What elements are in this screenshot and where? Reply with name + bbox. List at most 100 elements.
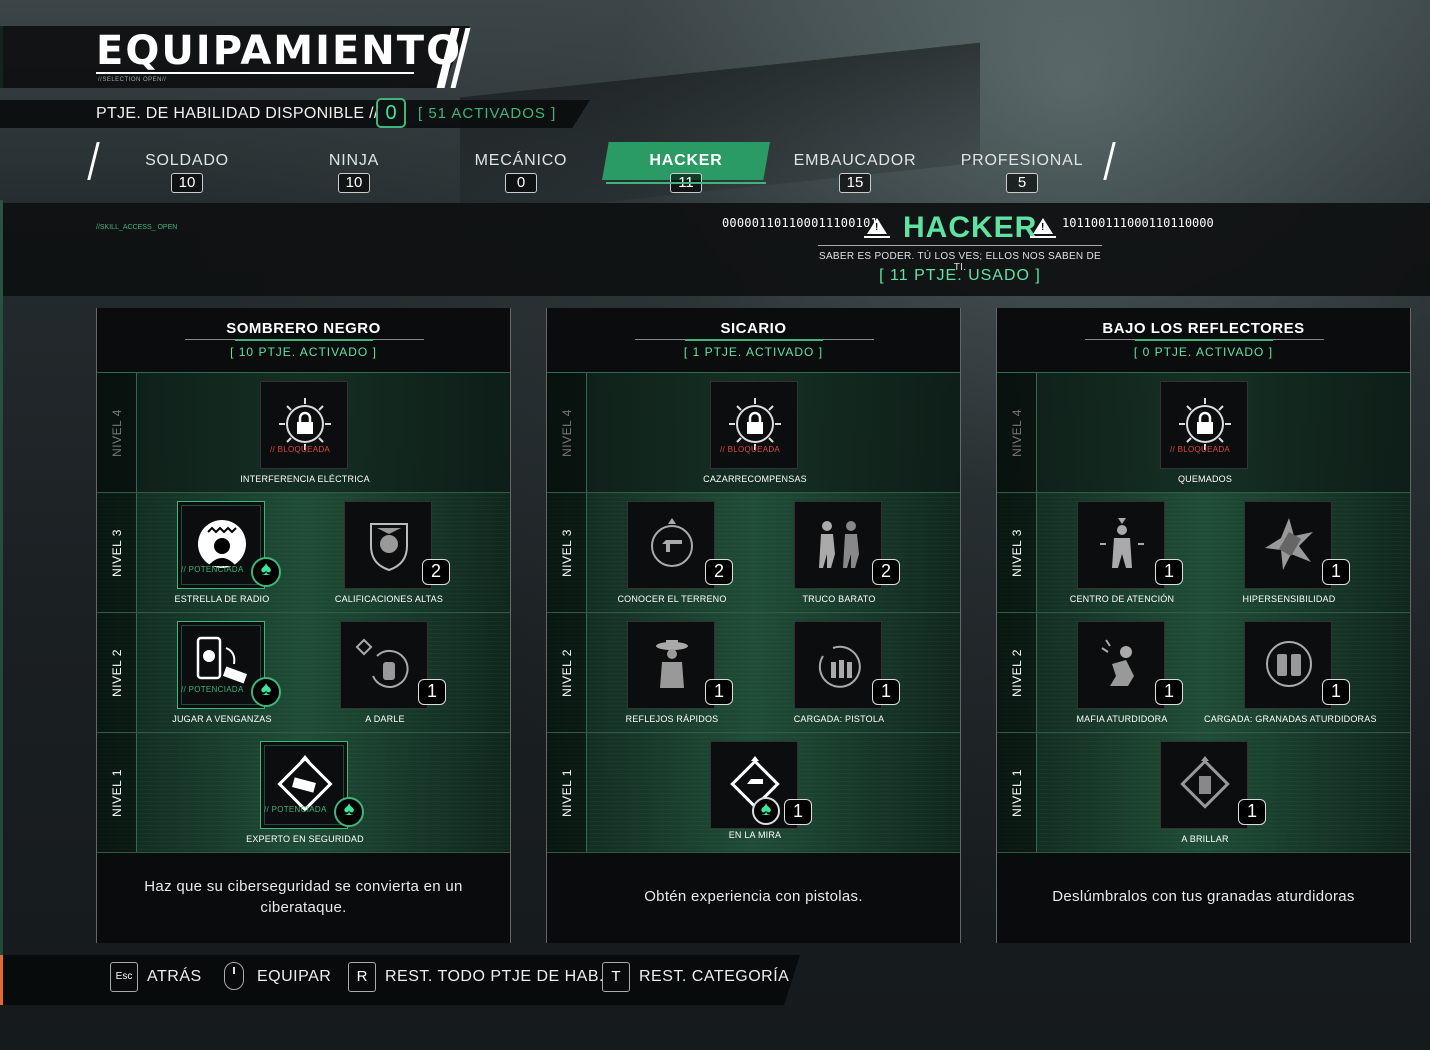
- panel-title: SICARIO: [720, 320, 787, 337]
- row-label: NIVEL 2: [97, 613, 137, 732]
- tab-soldado[interactable]: SOLDADO 10: [107, 142, 267, 193]
- spade-icon: [251, 677, 281, 707]
- skill-level-badge: 1: [1155, 679, 1183, 705]
- skill-tile: [710, 381, 798, 469]
- tab-hacker[interactable]: HACKER 11: [598, 142, 774, 193]
- row-label: NIVEL 4: [97, 373, 137, 492]
- skill-name: EXPERTO EN SEGURIDAD: [246, 834, 364, 844]
- tab-label: SOLDADO: [145, 152, 229, 169]
- skill-tile: [344, 501, 432, 589]
- row-nivel-2: NIVEL 2 // POTENCIADA JUGAR A VENGANZAS …: [97, 613, 510, 733]
- skill-cargada-pistola[interactable]: 1 CARGADA: PISTOLA: [794, 613, 900, 724]
- skill-tile: [340, 621, 428, 709]
- skill-name: REFLEJOS RÁPIDOS: [625, 714, 719, 724]
- tab-count: 15: [839, 173, 871, 193]
- officer-badge-icon: [370, 523, 408, 572]
- skill-name: CAZARRECOMPENSAS: [703, 474, 807, 484]
- skill-name: TRUCO BARATO: [802, 594, 876, 604]
- row-nivel-4: NIVEL 4 // BLOQUEADA CAZARRECOMPENSAS: [547, 373, 960, 493]
- row-label: NIVEL 2: [547, 613, 587, 732]
- tab-label: NINJA: [328, 152, 380, 169]
- row-label: NIVEL 3: [547, 493, 587, 612]
- row-label: NIVEL 1: [97, 733, 137, 852]
- skill-a-darle[interactable]: 1 A DARLE: [340, 613, 446, 724]
- skill-name: CONOCER EL TERRENO: [617, 594, 727, 604]
- skill-level-badge: 1: [1238, 799, 1266, 825]
- tab-count: 10: [171, 173, 203, 193]
- fighters-icon: [819, 521, 859, 568]
- tab-active-underline: [606, 182, 766, 184]
- skill-name: CALIFICACIONES ALTAS: [334, 594, 444, 604]
- panel-title: BAJO LOS REFLECTORES: [1102, 320, 1305, 337]
- skill-estrella-de-radio[interactable]: // POTENCIADA ESTRELLA DE RADIO: [175, 493, 281, 604]
- mouse-icon: [224, 962, 244, 990]
- tab-embaucador[interactable]: EMBAUCADOR 15: [775, 142, 935, 193]
- skill-experto-en-seguridad[interactable]: // POTENCIADA EXPERTO EN SEGURIDAD: [246, 733, 364, 844]
- points-label: PTJE. DE HABILIDAD DISPONIBLE //: [96, 105, 379, 122]
- skill-calificaciones-altas[interactable]: 2 CALIFICACIONES ALTAS: [335, 493, 450, 604]
- pistol-circle-icon: [651, 518, 693, 567]
- grenade-spin-icon: [355, 638, 409, 688]
- category-divider: [818, 245, 1102, 246]
- skill-mafia-aturdidora[interactable]: 1 MAFIA ATURDIDORA: [1076, 613, 1183, 724]
- skill-name: QUEMADOS: [1177, 474, 1233, 484]
- skill-tile: [794, 621, 882, 709]
- back-button[interactable]: ATRÁS: [147, 968, 202, 986]
- t-key[interactable]: T: [602, 962, 630, 992]
- ammo-reload-icon: [818, 645, 861, 688]
- skill-en-la-mira[interactable]: 1 EN LA MIRA: [710, 733, 812, 840]
- category-points-used: [ 11 PTJE. USADO ]: [879, 267, 1041, 284]
- row-label: NIVEL 3: [997, 493, 1037, 612]
- skill-status: // BLOQUEADA: [1170, 445, 1231, 454]
- skill-jugar-a-venganzas[interactable]: // POTENCIADA JUGAR A VENGANZAS: [172, 613, 281, 724]
- skill-tile: [1160, 381, 1248, 469]
- skill-tile: [260, 381, 348, 469]
- gunslinger-icon: [656, 640, 688, 688]
- skill-conocer-el-terreno[interactable]: 2 CONOCER EL TERRENO: [617, 493, 733, 604]
- row-label: NIVEL 2: [997, 613, 1037, 732]
- skill-level-badge: 1: [872, 679, 900, 705]
- skill-hipersensibilidad[interactable]: 1 HIPERSENSIBILIDAD: [1243, 493, 1350, 604]
- skill-level-badge: 1: [418, 679, 446, 705]
- panel-header: BAJO LOS REFLECTORES [ 0 PTJE. ACTIVADO …: [997, 308, 1410, 372]
- skill-truco-barato[interactable]: 2 TRUCO BARATO: [794, 493, 900, 604]
- tab-mecanico[interactable]: MECÁNICO 0: [441, 142, 601, 193]
- reset-all-button[interactable]: REST. TODO PTJE DE HAB.: [385, 968, 604, 986]
- esc-key[interactable]: Esc: [110, 962, 138, 992]
- skill-interferencia-electrica[interactable]: // BLOQUEADA INTERFERENCIA ELÉCTRICA: [240, 373, 370, 484]
- reset-category-button[interactable]: REST. CATEGORÍA: [639, 968, 789, 986]
- warning-icon: !: [864, 216, 890, 238]
- tab-label: EMBAUCADOR: [793, 152, 917, 169]
- tab-label: HACKER: [649, 152, 723, 169]
- skill-reflejos-rapidos[interactable]: 1 REFLEJOS RÁPIDOS: [626, 613, 733, 724]
- skill-level-badge: 1: [705, 679, 733, 705]
- skill-centro-de-atencion[interactable]: 1 CENTRO DE ATENCIÓN: [1070, 493, 1183, 604]
- equip-button[interactable]: EQUIPAR: [257, 968, 331, 986]
- skill-tree-sombrero-negro: SOMBRERO NEGRO [ 10 PTJE. ACTIVADO ] NIV…: [96, 308, 511, 943]
- activated-count: [ 51 ACTIVADOS ]: [418, 105, 557, 122]
- skill-quemados[interactable]: // BLOQUEADA QUEMADOS: [1160, 373, 1250, 484]
- category-name: HACKER: [903, 211, 1038, 244]
- row-nivel-3: NIVEL 3 // POTENCIADA ESTRELLA DE RADIO …: [97, 493, 510, 613]
- skill-level-badge: 2: [705, 559, 733, 585]
- skill-rows: NIVEL 4 // BLOQUEADA QUEMADOS NIVEL 3 1 …: [997, 372, 1410, 853]
- skill-cargada-granadas-aturdidoras[interactable]: 1 CARGADA: GRANADAS ATURDIDORAS: [1204, 613, 1376, 724]
- tab-ninja[interactable]: NINJA 10: [274, 142, 434, 193]
- skill-tile: [627, 621, 715, 709]
- skill-name: EN LA MIRA: [728, 830, 782, 840]
- stunned-person-icon: [1101, 639, 1134, 686]
- skill-a-brillar[interactable]: 1 A BRILLAR: [1160, 733, 1266, 844]
- skill-tree-sicario: SICARIO [ 1 PTJE. ACTIVADO ] NIVEL 4 // …: [546, 308, 961, 943]
- tab-count: 0: [505, 173, 537, 193]
- selection-tag: //SELECTION OPEN//: [98, 77, 167, 83]
- skill-status: // BLOQUEADA: [270, 445, 331, 454]
- skill-name: INTERFERENCIA ELÉCTRICA: [240, 474, 370, 484]
- page-title: EQUIPAMIENTO: [96, 28, 463, 74]
- skill-name: CARGADA: GRANADAS ATURDIDORAS: [1204, 714, 1377, 724]
- skill-cazarrecompensas[interactable]: // BLOQUEADA CAZARRECOMPENSAS: [703, 373, 807, 484]
- tab-profesional[interactable]: PROFESIONAL 5: [942, 142, 1102, 193]
- skill-tree-bajo-los-reflectores: BAJO LOS REFLECTORES [ 0 PTJE. ACTIVADO …: [996, 308, 1411, 943]
- r-key[interactable]: R: [348, 962, 376, 992]
- row-nivel-3: NIVEL 3 2 CONOCER EL TERRENO 2 TRUCO BAR…: [547, 493, 960, 613]
- skill-name: CARGADA: PISTOLA: [793, 714, 885, 724]
